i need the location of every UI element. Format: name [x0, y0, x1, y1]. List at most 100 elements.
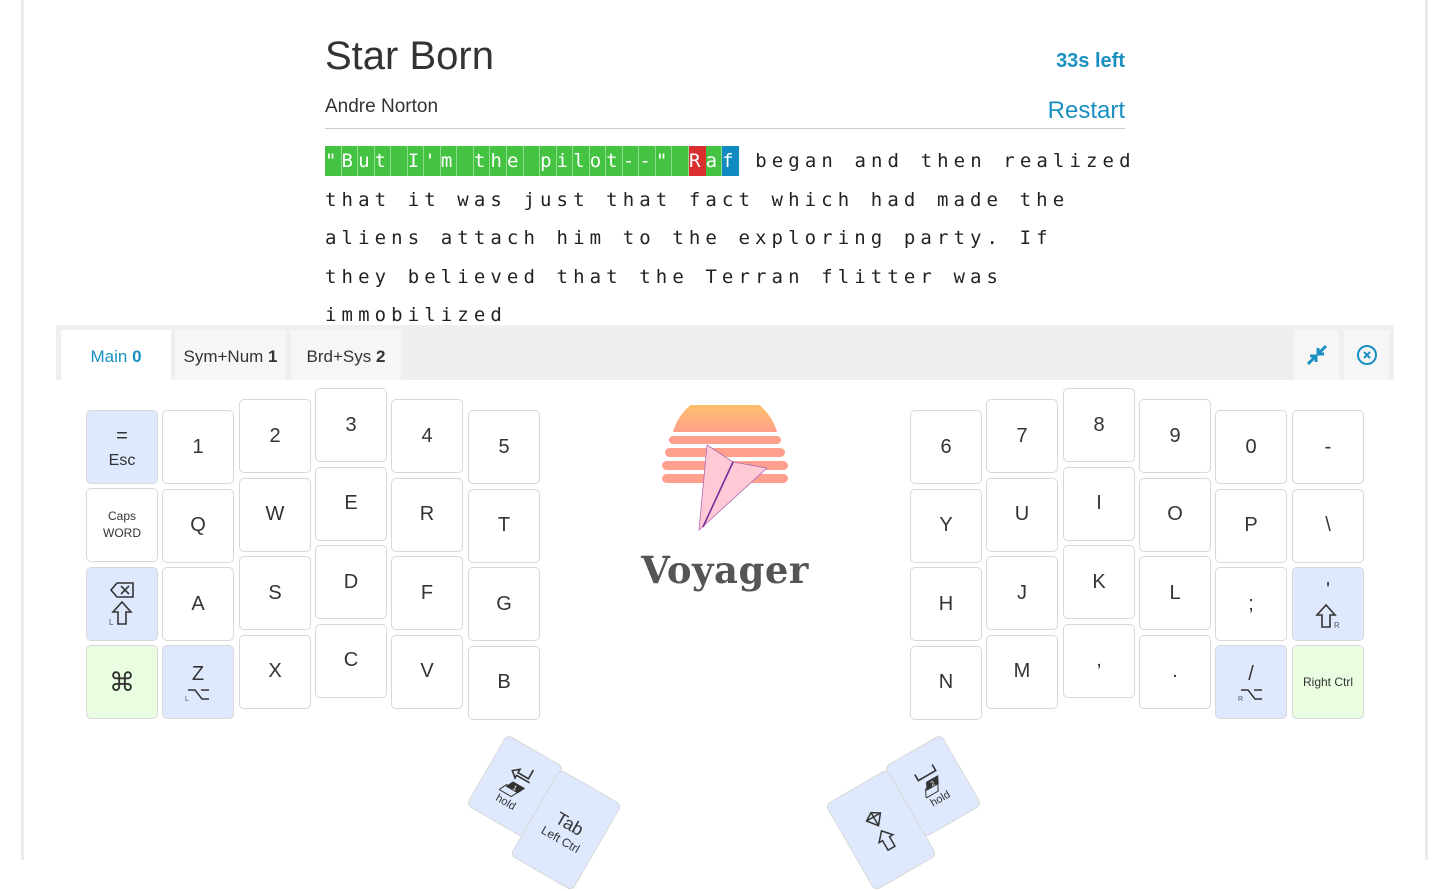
- key-5[interactable]: \: [1292, 488, 1364, 563]
- key-1[interactable]: 1: [162, 410, 234, 484]
- key-5[interactable]: 5: [468, 410, 540, 484]
- pending-text: began and then realized: [738, 150, 1136, 172]
- key-X[interactable]: X: [239, 634, 311, 709]
- book-author: Andre Norton: [325, 96, 439, 117]
- close-keyboard-button[interactable]: [1344, 330, 1389, 380]
- correct-char: o: [589, 146, 607, 176]
- right-option-icon: R: [1238, 688, 1262, 702]
- key-A[interactable]: A: [162, 567, 234, 641]
- passage-line: that it was just that fact which had mad…: [325, 188, 1070, 211]
- keyboard-layer-bar: Main 0 Sym+Num 1 Brd+Sys 2: [56, 325, 1394, 380]
- key-2[interactable]: 2: [239, 399, 311, 473]
- key-0[interactable]: N: [910, 645, 982, 720]
- key-1[interactable]: M: [986, 634, 1058, 709]
- tab-label: Main: [90, 347, 128, 366]
- voyager-logo-graphic: [662, 392, 788, 531]
- key-2[interactable]: K: [1063, 545, 1135, 619]
- key-1[interactable]: 7: [986, 399, 1058, 473]
- key-3[interactable]: .: [1139, 634, 1211, 709]
- correct-char: [523, 146, 541, 176]
- tab-number: 1: [268, 347, 278, 366]
- key-C[interactable]: C: [315, 623, 387, 698]
- cursor-char: f: [722, 146, 739, 176]
- key-0[interactable]: Y: [910, 488, 982, 563]
- key-3[interactable]: 9: [1139, 399, 1211, 473]
- key-label: Caps: [107, 509, 136, 523]
- key-1[interactable]: J: [986, 556, 1058, 630]
- key-4[interactable]: 0: [1215, 410, 1287, 484]
- key-z-alt[interactable]: Z L: [162, 645, 234, 719]
- correct-char: m: [440, 146, 458, 176]
- key-0[interactable]: H: [910, 567, 982, 641]
- correct-char: -: [639, 146, 656, 176]
- correct-char: B: [341, 146, 359, 176]
- svg-text:L: L: [109, 618, 114, 627]
- key-D[interactable]: D: [315, 545, 387, 619]
- tab-brd-sys[interactable]: Brd+Sys 2: [291, 330, 401, 380]
- key-backspace-shift[interactable]: L: [86, 567, 158, 641]
- correct-char: t: [473, 146, 491, 176]
- tab-label: Sym+Num: [183, 347, 264, 366]
- key-W[interactable]: W: [239, 477, 311, 552]
- key-Q[interactable]: Q: [162, 488, 234, 563]
- key-T[interactable]: T: [468, 488, 540, 563]
- passage-line: they believed that the Terran flitter wa…: [325, 265, 1004, 327]
- key-caps-word[interactable]: Caps WORD: [86, 488, 158, 562]
- key-right-ctrl[interactable]: Right Ctrl: [1292, 645, 1364, 719]
- divider: [325, 128, 1125, 129]
- key-0[interactable]: 6: [910, 410, 982, 484]
- left-option-icon: L: [185, 688, 209, 702]
- correct-char: t: [374, 146, 392, 176]
- key-label: Z: [191, 662, 205, 685]
- correct-char: ": [325, 146, 342, 176]
- key-label: /: [1248, 662, 1254, 685]
- right-shift-icon: R: [1315, 603, 1340, 630]
- key-2[interactable]: I: [1063, 466, 1135, 541]
- tab-label: Brd+Sys: [306, 347, 372, 366]
- key-G[interactable]: G: [468, 567, 540, 641]
- key-left-cmd[interactable]: ⌘: [86, 645, 158, 719]
- tab-sym-num[interactable]: Sym+Num 1: [175, 330, 286, 380]
- correct-char: t: [606, 146, 623, 176]
- key-4[interactable]: P: [1215, 488, 1287, 563]
- key-5[interactable]: -: [1292, 410, 1364, 484]
- correct-char: a: [705, 146, 723, 176]
- correct-char: [672, 146, 690, 176]
- correct-char: p: [540, 146, 557, 176]
- key-3[interactable]: 3: [315, 388, 387, 462]
- key-F[interactable]: F: [391, 556, 463, 630]
- key-2[interactable]: 8: [1063, 388, 1135, 462]
- tab-main[interactable]: Main 0: [61, 330, 171, 380]
- key-1[interactable]: U: [986, 477, 1058, 552]
- key-sub-label: Esc: [108, 451, 136, 469]
- key-B[interactable]: B: [468, 645, 540, 720]
- key-R[interactable]: R: [391, 477, 463, 552]
- correct-char: -: [622, 146, 640, 176]
- command-icon: ⌘: [109, 666, 135, 697]
- tab-number: 0: [132, 347, 142, 366]
- svg-text:L: L: [185, 696, 189, 702]
- key-V[interactable]: V: [391, 634, 463, 709]
- key-S[interactable]: S: [239, 556, 311, 630]
- key-4[interactable]: ;: [1215, 567, 1287, 641]
- key-3[interactable]: O: [1139, 477, 1211, 552]
- correct-char: ": [655, 146, 673, 176]
- typing-passage[interactable]: "But I'm the pilot--" Raf began and then…: [325, 142, 1145, 335]
- restart-link[interactable]: Restart: [1048, 97, 1125, 125]
- key-esc[interactable]: = Esc: [86, 410, 158, 484]
- voyager-logo: Voyager: [635, 392, 815, 595]
- key-quote-shift[interactable]: ' R: [1292, 567, 1364, 641]
- key-2[interactable]: ,: [1063, 623, 1135, 698]
- key-4[interactable]: 4: [391, 399, 463, 473]
- key-3[interactable]: L: [1139, 556, 1211, 630]
- book-title: Star Born: [325, 34, 494, 78]
- close-circle-icon: [1356, 345, 1377, 365]
- key-label: ': [1326, 578, 1330, 601]
- minimize-button[interactable]: [1294, 330, 1339, 380]
- correct-char: u: [358, 146, 375, 176]
- correct-char: l: [573, 146, 590, 176]
- key-E[interactable]: E: [315, 466, 387, 541]
- key-slash-alt[interactable]: / R: [1215, 645, 1287, 719]
- passage-line: aliens attach him to the exploring party…: [325, 227, 1053, 249]
- correct-char: e: [507, 146, 524, 176]
